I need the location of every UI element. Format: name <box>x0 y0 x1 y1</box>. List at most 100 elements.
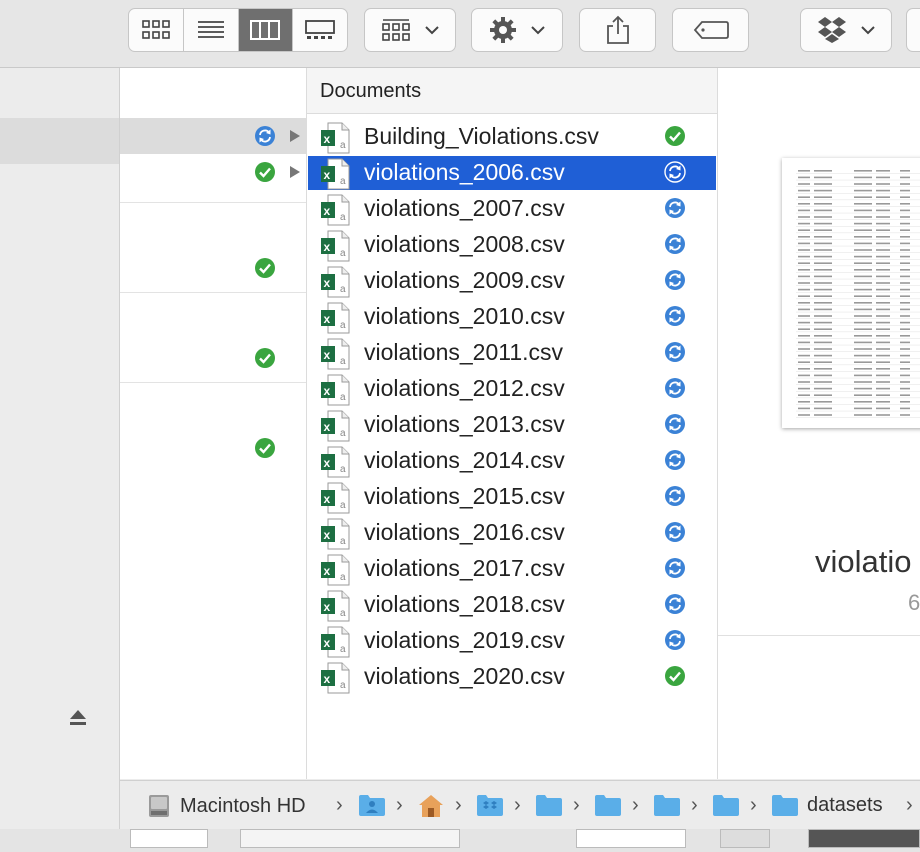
file-row[interactable]: a x violations_2017.csv <box>308 552 716 586</box>
list-view-button[interactable] <box>184 9 239 51</box>
grid-icon <box>142 20 170 39</box>
file-row[interactable]: a x violations_2013.csv <box>308 408 716 442</box>
path-separator: › <box>514 794 521 816</box>
svg-text:a: a <box>340 392 346 403</box>
sync-icon <box>665 522 685 542</box>
file-row[interactable]: a x violations_2007.csv <box>308 192 716 226</box>
svg-text:a: a <box>340 572 346 583</box>
file-row[interactable]: a x violations_2014.csv <box>308 444 716 478</box>
svg-text:a: a <box>340 320 346 331</box>
file-row[interactable]: a x violations_2010.csv <box>308 300 716 334</box>
toolbar-overflow-button[interactable] <box>906 8 920 52</box>
svg-text:x: x <box>324 240 331 254</box>
sync-icon <box>665 270 685 290</box>
file-row[interactable]: a x violations_2008.csv <box>308 228 716 262</box>
file-name: violations_2015.csv <box>364 483 565 509</box>
file-row[interactable]: a x violations_2019.csv <box>308 624 716 658</box>
dock-thumbnail[interactable] <box>808 829 920 848</box>
excel-file-icon: ax <box>321 302 350 334</box>
svg-text:x: x <box>324 276 331 290</box>
checkmark-icon <box>255 162 275 182</box>
svg-text:a: a <box>340 680 346 691</box>
group-by-button[interactable] <box>364 8 456 52</box>
svg-text:x: x <box>324 132 331 146</box>
list-item[interactable] <box>120 203 306 292</box>
path-separator: › <box>573 794 580 816</box>
path-item-dropbox[interactable] <box>476 793 504 817</box>
excel-file-icon: ax <box>321 590 350 622</box>
sync-icon <box>665 306 685 326</box>
dock-thumbnail[interactable] <box>720 829 770 848</box>
disclosure-arrow-icon <box>290 130 300 142</box>
dock-thumbnail[interactable] <box>240 829 460 848</box>
folder-icon <box>772 795 798 816</box>
dropbox-folder-icon <box>477 795 503 816</box>
file-name: violations_2016.csv <box>364 519 565 545</box>
action-button[interactable] <box>471 8 563 52</box>
excel-file-icon: ax <box>321 122 350 154</box>
file-row[interactable]: a x violations_2012.csv <box>308 372 716 406</box>
file-row[interactable]: a x violations_2011.csv <box>308 336 716 370</box>
path-item-drive[interactable]: Macintosh HD <box>146 793 306 819</box>
checkmark-icon <box>665 126 685 146</box>
sidebar-selected-item[interactable] <box>0 118 119 164</box>
group-icon <box>382 19 410 41</box>
path-item-home[interactable] <box>417 793 445 819</box>
toolbar <box>0 0 920 68</box>
gear-icon <box>490 17 516 43</box>
column-title: Documents <box>320 80 422 102</box>
excel-file-icon: ax <box>321 554 350 586</box>
list-item[interactable] <box>120 383 306 472</box>
file-name: violations_2009.csv <box>364 267 565 293</box>
columns-icon <box>250 20 281 40</box>
list-item[interactable] <box>120 293 306 382</box>
column-view-button[interactable] <box>238 9 294 51</box>
path-item-user[interactable] <box>358 793 386 817</box>
path-item-folder[interactable] <box>712 793 740 817</box>
svg-text:x: x <box>324 204 331 218</box>
path-separator: › <box>632 794 639 816</box>
excel-file-icon: ax <box>321 482 350 514</box>
path-item-datasets[interactable]: datasets <box>771 793 883 817</box>
dock-thumbnail[interactable] <box>576 829 686 848</box>
excel-file-icon: ax <box>321 662 350 694</box>
file-row[interactable]: a x violations_2018.csv <box>308 588 716 622</box>
file-name: violations_2017.csv <box>364 555 565 581</box>
chevron-down-icon <box>861 26 875 35</box>
path-separator: › <box>691 794 698 816</box>
file-row[interactable]: a x violations_2020.csv <box>308 660 716 694</box>
path-item-folder[interactable] <box>594 793 622 817</box>
list-item[interactable] <box>120 154 306 190</box>
file-thumbnail[interactable] <box>782 158 920 428</box>
column-header: Documents <box>307 68 717 114</box>
svg-text:a: a <box>340 248 346 259</box>
file-row[interactable]: a x Building_Violations.csv <box>308 120 716 154</box>
share-button[interactable] <box>579 8 656 52</box>
excel-file-icon: ax <box>321 518 350 550</box>
file-name: Building_Violations.csv <box>364 123 599 149</box>
svg-text:a: a <box>340 428 346 439</box>
file-name: violations_2019.csv <box>364 627 565 653</box>
eject-icon[interactable] <box>68 708 88 726</box>
path-item-label: datasets <box>807 793 883 816</box>
svg-text:a: a <box>340 284 346 295</box>
dropbox-button[interactable] <box>800 8 892 52</box>
icon-view-button[interactable] <box>129 9 184 51</box>
file-row[interactable]: a x violations_2006.csv <box>308 156 716 190</box>
path-separator: › <box>396 794 403 816</box>
list-item[interactable] <box>120 118 306 154</box>
file-row[interactable]: a x violations_2016.csv <box>308 516 716 550</box>
svg-text:a: a <box>340 176 346 187</box>
file-name: violations_2013.csv <box>364 411 565 437</box>
file-row[interactable]: a x violations_2015.csv <box>308 480 716 514</box>
path-item-folder[interactable] <box>653 793 681 817</box>
gallery-view-button[interactable] <box>293 9 347 51</box>
tag-button[interactable] <box>672 8 749 52</box>
dock-thumbnail[interactable] <box>130 829 208 848</box>
documents-column: Documents a x Building_Violations.csv a x vio… <box>307 68 718 779</box>
path-item-folder[interactable] <box>535 793 563 817</box>
file-row[interactable]: a x violations_2009.csv <box>308 264 716 298</box>
svg-text:x: x <box>324 456 331 470</box>
excel-file-icon: ax <box>321 266 350 298</box>
svg-text:x: x <box>324 348 331 362</box>
